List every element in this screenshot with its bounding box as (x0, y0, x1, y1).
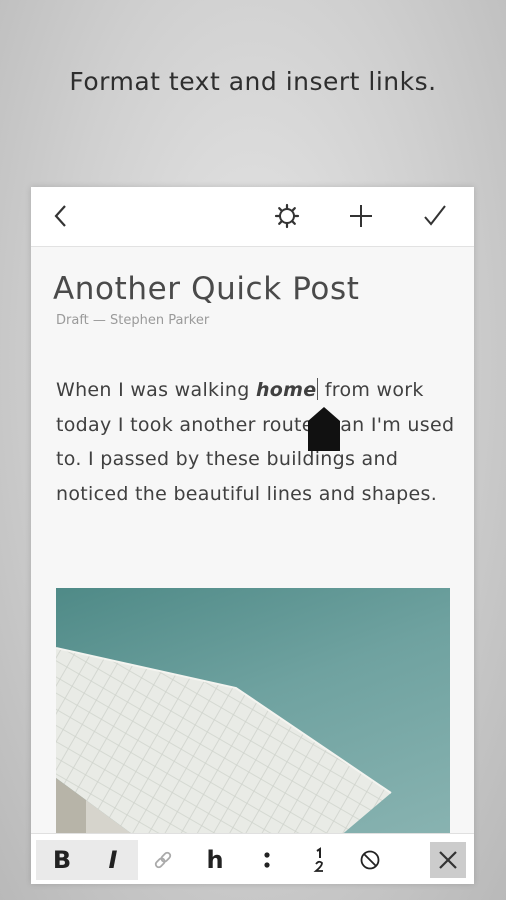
gear-icon (274, 203, 300, 229)
selection-handle-icon (308, 407, 340, 451)
link-icon (154, 851, 172, 869)
screen-caption: Format text and insert links. (69, 67, 437, 96)
italic-button[interactable]: I (88, 840, 138, 880)
editor-top-bar (31, 187, 474, 247)
close-toolbar-button[interactable] (430, 842, 466, 878)
add-button[interactable] (346, 201, 376, 231)
post-image[interactable] (56, 588, 450, 848)
heading-label: h (206, 846, 224, 874)
bold-button[interactable]: B (36, 840, 88, 880)
post-body[interactable]: When I was walking home from work today … (56, 373, 456, 511)
bullet-list-button[interactable] (243, 840, 291, 880)
done-button[interactable] (420, 201, 450, 231)
link-button[interactable] (139, 840, 187, 880)
numbered-list-icon (313, 847, 323, 872)
post-meta: Draft — Stephen Parker (56, 313, 210, 328)
editor-card: Another Quick Post Draft — Stephen Parke… (31, 187, 474, 884)
format-toolbar: B I h (31, 833, 474, 884)
clear-formatting-button[interactable] (346, 840, 394, 880)
heading-button[interactable]: h (191, 840, 239, 880)
bold-label: B (52, 846, 72, 874)
close-icon (439, 851, 457, 869)
building-photo (56, 647, 392, 848)
plus-icon (350, 205, 372, 227)
selection-handle[interactable] (308, 407, 340, 451)
body-emphasis-word: home (255, 379, 317, 401)
settings-button[interactable] (272, 201, 302, 231)
italic-label: I (108, 846, 118, 874)
clear-formatting-icon (360, 850, 380, 870)
checkmark-icon (424, 205, 446, 226)
back-button[interactable] (46, 201, 76, 231)
bullet-list-icon (264, 852, 270, 868)
chevron-left-icon (54, 205, 66, 227)
numbered-list-button[interactable] (295, 840, 343, 880)
body-text-start: When I was walking (56, 379, 256, 401)
post-title[interactable]: Another Quick Post (53, 271, 359, 307)
